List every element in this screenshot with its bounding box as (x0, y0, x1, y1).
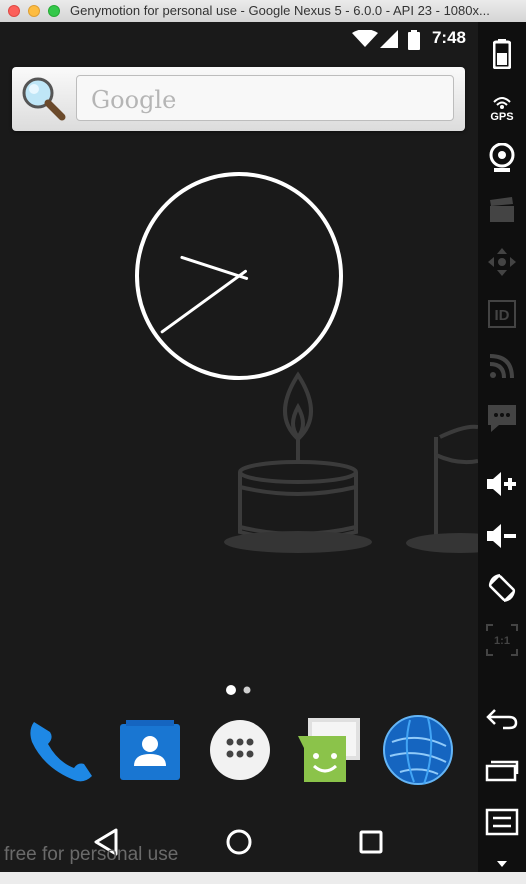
window-title: Genymotion for personal use - Google Nex… (70, 3, 490, 18)
browser-app-icon[interactable] (380, 712, 456, 788)
clock-minute-hand (180, 255, 249, 280)
battery-icon (408, 30, 420, 50)
analog-clock[interactable] (133, 170, 345, 382)
search-icon[interactable] (20, 75, 68, 123)
volume-up-icon[interactable] (482, 464, 522, 504)
page-dot-active (226, 685, 236, 695)
clock-hour-hand (160, 269, 247, 334)
id-tool-icon[interactable]: ID (482, 294, 522, 334)
android-screen[interactable]: 7:48 Google free for personal use (0, 22, 478, 872)
app-dock (0, 712, 478, 792)
contacts-app-icon[interactable] (112, 712, 188, 788)
battery-tool-icon[interactable] (482, 34, 522, 74)
zoom-window-button[interactable] (48, 5, 60, 17)
more-tools-icon[interactable] (482, 844, 522, 884)
pixel-label: 1:1 (494, 635, 510, 647)
minimize-window-button[interactable] (28, 5, 40, 17)
webcam-tool-icon[interactable] (482, 138, 522, 178)
candle-wallpaper (224, 371, 478, 553)
page-indicator (226, 685, 251, 695)
genymotion-side-panel: GPS ID 1:1 (478, 22, 526, 872)
messenger-app-icon[interactable] (290, 712, 366, 788)
close-window-button[interactable] (8, 5, 20, 17)
sms-tool-icon[interactable] (482, 398, 522, 438)
network-tool-icon[interactable] (482, 346, 522, 386)
search-input[interactable]: Google (76, 75, 454, 121)
watermark-text: free for personal use (4, 844, 179, 865)
id-label: ID (495, 307, 510, 324)
cell-signal-icon (380, 30, 398, 48)
menu-tool-icon[interactable] (482, 802, 522, 842)
gps-label: GPS (490, 111, 513, 122)
phone-app-icon[interactable] (22, 712, 98, 788)
screencast-tool-icon[interactable] (482, 190, 522, 230)
rotate-icon[interactable] (482, 568, 522, 608)
recent-apps-tool-icon[interactable] (482, 750, 522, 790)
gps-tool-icon[interactable]: GPS (482, 86, 522, 126)
home-icon[interactable] (219, 822, 259, 862)
back-tool-icon[interactable] (482, 698, 522, 738)
status-time: 7:48 (431, 28, 466, 47)
app-drawer-button[interactable] (202, 712, 278, 788)
status-bar[interactable]: 7:48 (0, 22, 478, 54)
search-placeholder: Google (91, 86, 177, 114)
page-dot (243, 686, 251, 694)
volume-down-icon[interactable] (482, 516, 522, 556)
dpad-tool-icon[interactable] (482, 242, 522, 282)
pixel-perfect-icon[interactable]: 1:1 (482, 620, 522, 660)
window-titlebar: Genymotion for personal use - Google Nex… (0, 0, 526, 23)
recents-icon[interactable] (351, 822, 391, 862)
google-search-widget[interactable]: Google (12, 67, 465, 131)
wifi-icon (352, 30, 378, 47)
